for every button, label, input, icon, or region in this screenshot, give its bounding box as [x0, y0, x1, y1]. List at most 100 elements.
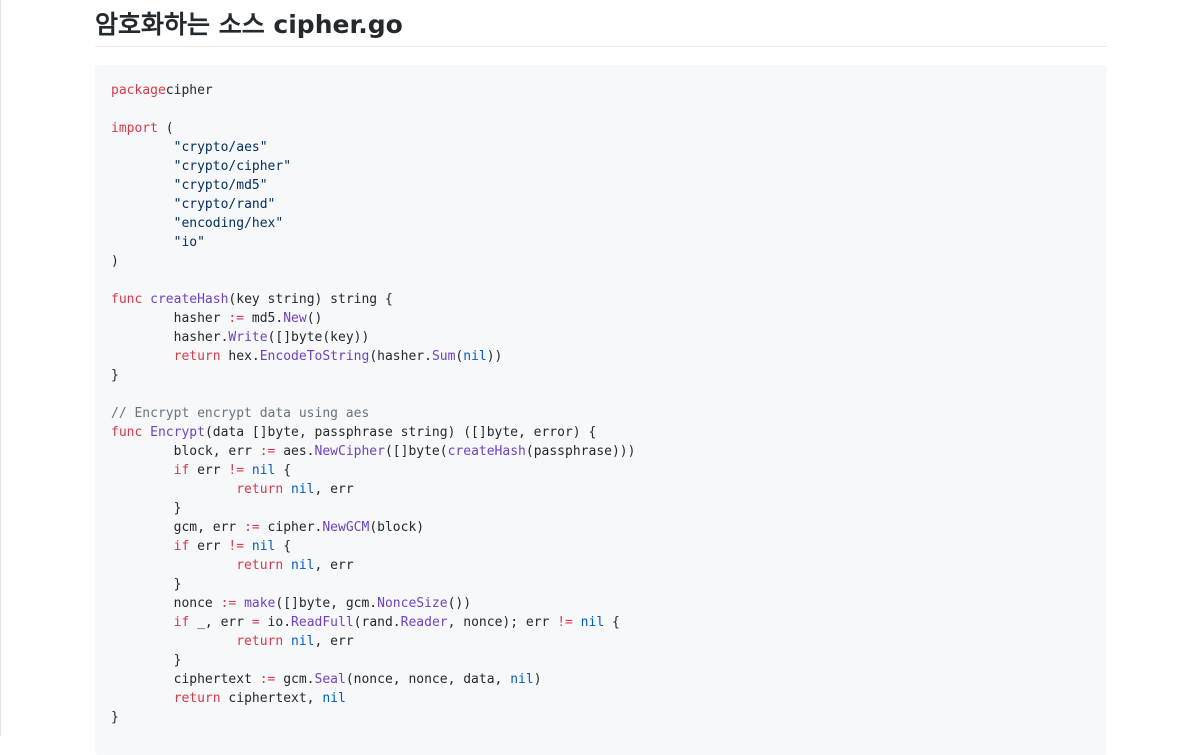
code-line: gcm, err := cipher.NewGCM(block)	[111, 518, 1091, 537]
code-token: "encoding/hex"	[173, 216, 284, 231]
code-token: ([]byte, gcm.	[275, 596, 378, 611]
code-token: nonce	[111, 596, 221, 611]
code-line: "crypto/cipher"	[111, 157, 1091, 176]
code-token: hasher.	[111, 330, 229, 345]
code-content: packagecipher import ( "crypto/aes" "cryp…	[111, 81, 1091, 727]
code-token: _, err	[189, 615, 252, 630]
code-token: (rand.	[353, 615, 401, 630]
code-token: if	[173, 615, 190, 630]
code-block: packagecipher import ( "crypto/aes" "cryp…	[95, 65, 1107, 755]
code-token: gcm.	[275, 672, 315, 687]
code-token: (block)	[369, 520, 425, 535]
code-token: !=	[557, 615, 573, 630]
code-token: )	[111, 254, 119, 269]
code-token: import	[111, 121, 158, 136]
code-token: nil	[463, 349, 487, 364]
code-token: err	[189, 463, 229, 478]
code-token: (	[157, 121, 174, 136]
code-token: return	[173, 691, 221, 706]
code-token: nil	[251, 539, 276, 554]
code-token: :=	[244, 520, 260, 535]
code-line: }	[111, 575, 1091, 594]
code-token: (hasher.	[369, 349, 432, 364]
code-token: nil	[291, 482, 315, 497]
code-token: ()	[306, 311, 323, 326]
code-line: return nil, err	[111, 480, 1091, 499]
code-token: nil	[510, 672, 534, 687]
code-token: {	[275, 539, 292, 554]
code-line: if err != nil {	[111, 537, 1091, 556]
code-token: return	[236, 482, 284, 497]
code-token: ciphertext	[111, 672, 260, 687]
code-line: }	[111, 499, 1091, 518]
code-token: make	[244, 596, 276, 611]
code-token: !=	[228, 539, 245, 554]
code-token: !=	[228, 463, 245, 478]
code-token: func	[111, 292, 143, 307]
code-token: func	[111, 425, 143, 440]
code-token: NewCipher	[314, 444, 385, 459]
code-line: }	[111, 651, 1091, 670]
code-line: "encoding/hex"	[111, 214, 1091, 233]
code-line: if err != nil {	[111, 461, 1091, 480]
code-token: if	[173, 539, 190, 554]
code-token: Seal	[314, 672, 346, 687]
code-token: hasher	[111, 311, 229, 326]
code-line: block, err := aes.NewCipher([]byte(creat…	[111, 442, 1091, 461]
code-token: aes.	[275, 444, 315, 459]
code-line: "io"	[111, 233, 1091, 252]
code-token: createHash	[447, 444, 526, 459]
code-token: gcm, err	[111, 520, 245, 535]
code-token: Sum	[431, 349, 456, 364]
code-token: Reader	[400, 615, 448, 630]
code-line: hasher.Write([]byte(key))	[111, 328, 1091, 347]
code-line: "crypto/aes"	[111, 138, 1091, 157]
code-token: :=	[220, 596, 237, 611]
code-token: ([]byte(	[384, 444, 448, 459]
code-token: {	[604, 615, 620, 630]
code-token: {	[275, 463, 292, 478]
code-token: (data []byte, passphrase string) ([]byte…	[204, 425, 597, 440]
code-token: "crypto/rand"	[173, 197, 276, 212]
code-line: func Encrypt(data []byte, passphrase str…	[111, 423, 1091, 442]
code-token: ))	[486, 349, 503, 364]
code-token: cipher	[165, 83, 213, 98]
code-token: return	[236, 558, 284, 573]
code-token: }	[111, 501, 182, 516]
code-token: "crypto/aes"	[173, 140, 268, 155]
code-line: packagecipher	[111, 81, 1091, 100]
code-token: EncodeToString	[259, 349, 370, 364]
code-line: return nil, err	[111, 556, 1091, 575]
code-token: }	[111, 577, 182, 592]
code-line: import (	[111, 119, 1091, 138]
code-line: // Encrypt encrypt data using aes	[111, 404, 1091, 423]
page-frame: 암호화하는 소스 cipher.go packagecipher import (…	[0, 0, 1195, 755]
code-token: :=	[228, 311, 245, 326]
code-token: New	[283, 311, 307, 326]
code-line: ciphertext := gcm.Seal(nonce, nonce, dat…	[111, 670, 1091, 689]
code-line: )	[111, 252, 1091, 271]
code-token: (nonce, nonce, data,	[345, 672, 511, 687]
code-line: if _, err = io.ReadFull(rand.Reader, non…	[111, 613, 1091, 632]
